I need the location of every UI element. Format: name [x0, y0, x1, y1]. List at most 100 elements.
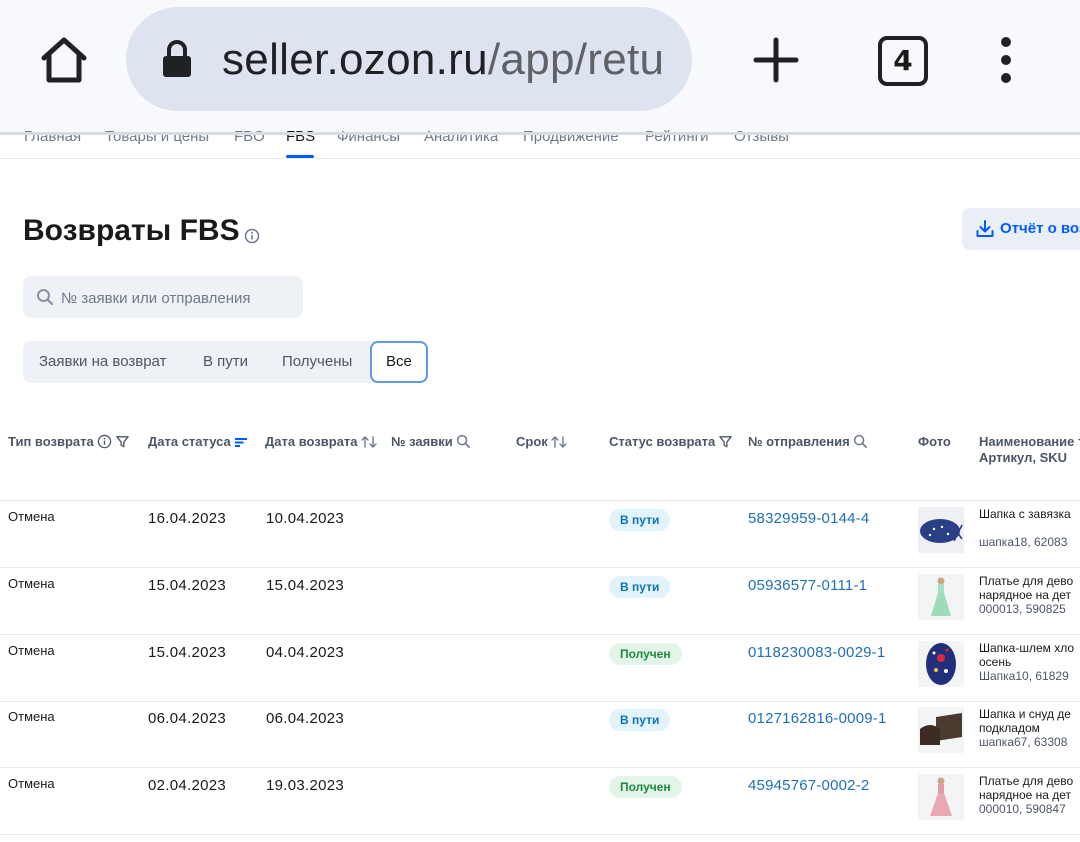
product-photo-brown-set[interactable] — [918, 707, 964, 753]
product-sku: шапка18, 62083 — [979, 535, 1068, 549]
nav-divider — [0, 158, 1080, 159]
return-date: 15.04.2023 — [266, 577, 345, 594]
product-photo-floral-helmet[interactable] — [918, 641, 964, 687]
col-return-date-label: Дата возврата — [265, 434, 358, 449]
url-path: /app/retu — [487, 35, 665, 84]
shipment-link[interactable]: 05936577-0111-1 — [748, 577, 867, 594]
product-name-line1: Платье для дево — [979, 774, 1074, 788]
return-type: Отмена — [8, 776, 55, 791]
col-return-date[interactable]: Дата возврата — [265, 434, 377, 450]
nav-item-promotion[interactable]: Продвижение — [523, 128, 619, 145]
status-badge: В пути — [609, 509, 671, 531]
info-icon[interactable] — [97, 434, 112, 449]
col-return-type[interactable]: Тип возврата — [8, 434, 130, 450]
sort-icon[interactable] — [551, 435, 567, 449]
table-row[interactable]: Отмена 06.04.2023 06.04.2023 В пути 0127… — [0, 701, 1080, 768]
nav-item-finance[interactable]: Финансы — [337, 128, 400, 145]
shipment-link[interactable]: 0118230083-0029-1 — [748, 644, 885, 661]
shipment-link[interactable]: 45945767-0002-2 — [748, 777, 869, 794]
product-photo-blue-hat[interactable] — [918, 507, 964, 553]
product-name-line2: нарядное на дет — [979, 788, 1072, 802]
shipment-link[interactable]: 58329959-0144-4 — [748, 510, 869, 527]
tab-all[interactable]: Все — [370, 341, 428, 383]
product-name-line2: подкладом — [979, 721, 1040, 735]
shipment-link[interactable]: 0127162816-0009-1 — [748, 710, 887, 727]
col-deadline-label: Срок — [516, 434, 548, 449]
status-date: 16.04.2023 — [148, 510, 227, 527]
report-button-label: Отчёт о воз — [1000, 220, 1080, 237]
nav-item-ratings[interactable]: Рейтинги — [645, 128, 708, 145]
status-badge: В пути — [609, 576, 671, 598]
toolbar-divider — [0, 132, 1080, 135]
tab-return-requests[interactable]: Заявки на возврат — [39, 341, 166, 383]
sort-icon[interactable] — [360, 435, 377, 449]
download-icon — [976, 220, 994, 237]
status-date: 02.04.2023 — [148, 777, 227, 794]
product-name-line1: Платье для дево — [979, 574, 1074, 588]
return-date: 19.03.2023 — [266, 777, 345, 794]
table-header: Тип возврата Дата статуса Дата возврата … — [0, 420, 1080, 500]
product-photo-green-dress[interactable] — [918, 574, 964, 620]
sort-desc-icon[interactable] — [234, 435, 248, 449]
col-request-no[interactable]: № заявки — [391, 434, 471, 450]
info-icon[interactable] — [244, 228, 260, 244]
status-badge: Получен — [609, 776, 682, 798]
search-icon — [37, 289, 54, 306]
product-sku: Шапка10, 61829 — [979, 669, 1069, 683]
search-icon[interactable] — [853, 434, 868, 449]
page-title: Возвраты FBS — [23, 214, 240, 247]
tab-switcher-button[interactable]: 4 — [878, 36, 928, 86]
nav-item-analytics[interactable]: Аналитика — [424, 128, 498, 145]
col-name: Наименование т Артикул, SKU — [979, 434, 1080, 466]
return-type: Отмена — [8, 643, 55, 658]
product-name-line1: Шапка и снуд де — [979, 707, 1071, 721]
tab-in-transit[interactable]: В пути — [203, 341, 248, 383]
product-name-line1: Шапка с завязка — [979, 507, 1071, 521]
product-sku: 000013, 590825 — [979, 602, 1066, 616]
filter-icon[interactable] — [115, 434, 130, 449]
nav-item-fbo[interactable]: FBO — [234, 128, 265, 145]
col-return-status[interactable]: Статус возврата — [609, 434, 733, 450]
col-deadline[interactable]: Срок — [516, 434, 567, 450]
col-return-type-label: Тип возврата — [8, 434, 94, 449]
url-host: seller.ozon.ru — [222, 35, 488, 84]
tab-received[interactable]: Получены — [282, 341, 352, 383]
nav-item-fbs[interactable]: FBS — [286, 128, 315, 145]
status-date: 15.04.2023 — [148, 644, 227, 661]
table-row[interactable]: Отмена 16.04.2023 10.04.2023 В пути 5832… — [0, 501, 1080, 568]
col-shipment-no-label: № отправления — [748, 434, 850, 449]
address-bar[interactable]: seller.ozon.ru/app/retu — [126, 7, 692, 111]
product-name-line2: нарядное на дет — [979, 588, 1072, 602]
product-name: Платье для дево нарядное на дет 000010, 59… — [979, 774, 1073, 816]
product-sku: шапка67, 63308 — [979, 735, 1068, 749]
new-tab-icon[interactable] — [752, 36, 800, 84]
product-name-line1: Шапка-шлем хло — [979, 641, 1075, 655]
return-type: Отмена — [8, 709, 55, 724]
status-date: 15.04.2023 — [148, 577, 227, 594]
nav-item-products[interactable]: Товары и цены — [105, 128, 209, 145]
table-row[interactable]: Отмена 15.04.2023 15.04.2023 В пути 0593… — [0, 568, 1080, 635]
search-icon[interactable] — [456, 434, 471, 449]
search-input[interactable] — [59, 276, 299, 320]
status-badge: В пути — [609, 709, 671, 731]
filter-icon[interactable] — [718, 434, 733, 449]
nav-item-home[interactable]: Главная — [24, 128, 81, 145]
table-row[interactable]: Отмена 15.04.2023 04.04.2023 Получен 011… — [0, 635, 1080, 702]
url-text: seller.ozon.ru/app/retu — [222, 35, 664, 85]
lock-icon — [163, 40, 191, 77]
home-icon[interactable] — [36, 32, 92, 88]
table-row[interactable]: Отмена 02.04.2023 19.03.2023 Получен 459… — [0, 768, 1080, 835]
product-name: Шапка-шлем хло осень Шапка10, 61829 — [979, 641, 1074, 683]
status-date: 06.04.2023 — [148, 710, 227, 727]
more-menu-icon[interactable] — [996, 36, 1016, 86]
col-status-date-label: Дата статуса — [148, 434, 231, 449]
product-photo-pink-dress[interactable] — [918, 774, 964, 820]
report-button[interactable]: Отчёт о воз — [962, 208, 1080, 250]
nav-item-reviews[interactable]: Отзывы — [734, 128, 789, 145]
status-filter-tabs: Заявки на возврат В пути Получены Все — [23, 341, 428, 383]
col-photo: Фото — [918, 434, 951, 449]
col-shipment-no[interactable]: № отправления — [748, 434, 868, 450]
return-type: Отмена — [8, 576, 55, 591]
col-status-date[interactable]: Дата статуса — [148, 434, 248, 450]
product-name: Шапка и снуд де подкладом шапка67, 63308 — [979, 707, 1071, 749]
